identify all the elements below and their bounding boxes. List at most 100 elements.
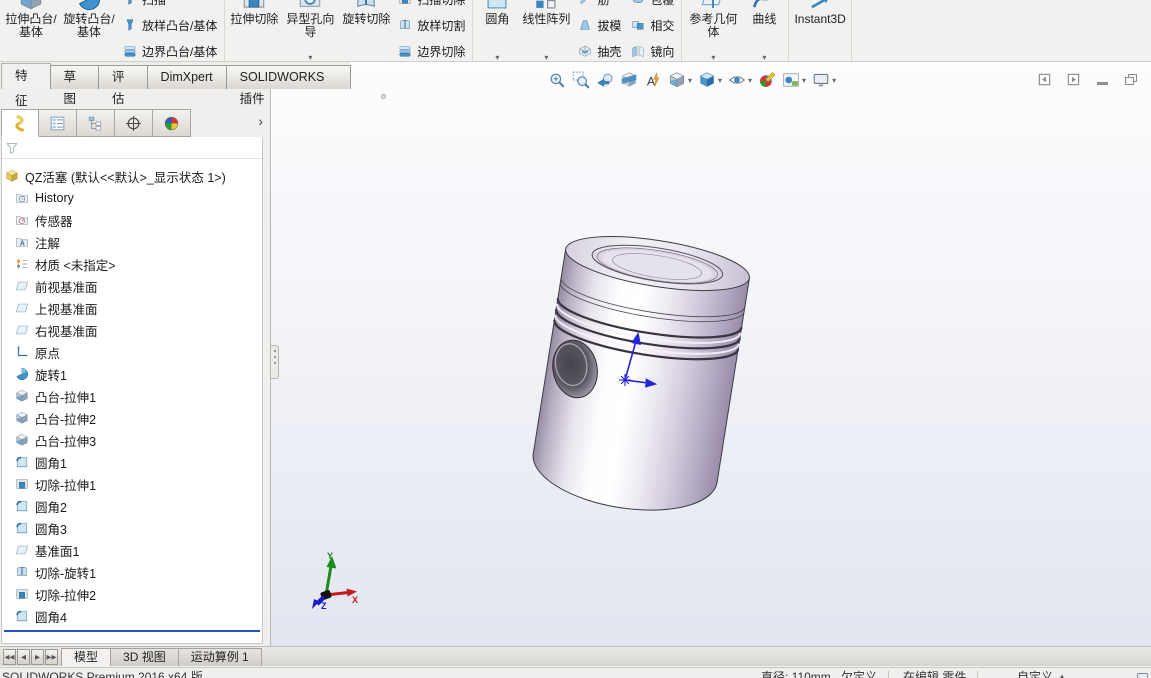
tree-item-sensors-folder[interactable]: 传感器 bbox=[2, 209, 262, 231]
ribbon-button-boundary-cut[interactable]: 边界切除 bbox=[393, 38, 470, 62]
tree-item-material[interactable]: 材质 <未指定> bbox=[2, 253, 262, 275]
extruded-cut-icon bbox=[241, 0, 267, 12]
panel-tab-configurationmanager[interactable] bbox=[77, 109, 115, 137]
chevron-down-icon[interactable]: ▾ bbox=[711, 53, 715, 62]
annotation-views-button[interactable] bbox=[641, 70, 665, 90]
panel-tab-dimxpertmanager[interactable] bbox=[115, 109, 153, 137]
ribbon-button-draft[interactable]: 拔模 bbox=[573, 12, 626, 38]
chevron-down-icon[interactable]: ▾ bbox=[802, 76, 806, 85]
tab-DimXpert[interactable]: DimXpert bbox=[147, 65, 227, 89]
ribbon-button-lofted-cut[interactable]: 放样切割 bbox=[393, 12, 470, 38]
tree-item-boss-extrude[interactable]: 凸台-拉伸3 bbox=[2, 429, 262, 451]
go-back-button[interactable]: ◀ bbox=[17, 649, 30, 665]
customize-statusbar[interactable]: 自定义 bbox=[1017, 670, 1053, 678]
ribbon-button-wrap[interactable]: 包覆 bbox=[626, 0, 679, 12]
ribbon-button-mirror[interactable]: 镜向 bbox=[626, 38, 679, 62]
chevron-down-icon[interactable]: ▾ bbox=[832, 76, 836, 85]
ribbon-button-label: 扫描切除 bbox=[417, 0, 465, 8]
tab-SOLIDWORKS 插件[interactable]: SOLIDWORKS 插件 bbox=[226, 65, 351, 89]
reference-geometry-icon bbox=[700, 0, 726, 12]
ribbon-button-extrude-boss[interactable]: 拉伸凸台/基体 bbox=[2, 0, 60, 62]
tree-item-fillet[interactable]: 圆角4 bbox=[2, 605, 262, 627]
ribbon-button-reference-geometry[interactable]: 参考几何体▾ bbox=[684, 0, 742, 62]
bottom-tab-运动算例 1[interactable]: 运动算例 1 bbox=[178, 648, 262, 666]
go-first-button[interactable]: ◀◀ bbox=[3, 649, 16, 665]
tree-item-fillet[interactable]: 圆角1 bbox=[2, 451, 262, 473]
section-view-button[interactable] bbox=[617, 70, 641, 90]
go-forward-button[interactable]: ▶ bbox=[31, 649, 44, 665]
ribbon-button-loft[interactable]: 放样凸台/基体 bbox=[118, 12, 222, 38]
hide-items-button[interactable]: ▾ bbox=[725, 70, 755, 90]
bottom-tab-模型[interactable]: 模型 bbox=[61, 648, 111, 666]
go-last-button[interactable]: ▶▶ bbox=[45, 649, 58, 665]
solidworks-window: 拉伸凸台/基体旋转凸台/基体扫描放样凸台/基体边界凸台/基体拉伸切除异型孔向导▾… bbox=[0, 0, 1151, 678]
tree-item-label: 凸台-拉伸1 bbox=[35, 387, 96, 406]
panel-splitter-grip[interactable] bbox=[271, 345, 279, 379]
tree-item-fillet[interactable]: 圆角2 bbox=[2, 495, 262, 517]
zoom-fit-button[interactable] bbox=[545, 70, 569, 90]
tree-item-fillet[interactable]: 圆角3 bbox=[2, 517, 262, 539]
edit-appearance-button[interactable] bbox=[755, 70, 779, 90]
chevron-down-icon[interactable]: ▾ bbox=[718, 76, 722, 85]
panel-tab-propertymanager[interactable] bbox=[39, 109, 77, 137]
tree-item-plane[interactable]: 基准面1 bbox=[2, 539, 262, 561]
chevron-down-icon[interactable]: ▾ bbox=[308, 53, 312, 62]
ribbon-button-intersect[interactable]: 相交 bbox=[626, 12, 679, 38]
view-orientation-button[interactable]: ▾ bbox=[665, 70, 695, 90]
ribbon-button-linear-pattern[interactable]: 线性阵列▾ bbox=[519, 0, 573, 62]
chevron-down-icon[interactable]: ▾ bbox=[748, 76, 752, 85]
graphics-viewport[interactable]: Y X Z ▾▾▾▾▾ bbox=[271, 62, 1151, 646]
chevron-down-icon[interactable]: ▾ bbox=[762, 53, 766, 62]
ribbon-button-fillet[interactable]: 圆角▾ bbox=[475, 0, 519, 62]
view-settings-button[interactable]: ▾ bbox=[809, 70, 839, 90]
tree-item-origin[interactable]: 原点 bbox=[2, 341, 262, 363]
tree-item-annotations-folder[interactable]: 注解 bbox=[2, 231, 262, 253]
pane-split-handle[interactable] bbox=[381, 94, 386, 99]
tab-特征[interactable]: 特征 bbox=[1, 63, 51, 89]
tree-item-plane[interactable]: 前视基准面 bbox=[2, 275, 262, 297]
previous-view-button[interactable] bbox=[593, 70, 617, 90]
chevron-up-icon[interactable]: ▲ bbox=[1058, 670, 1066, 678]
zoom-area-button[interactable] bbox=[569, 70, 593, 90]
tree-item-history-folder[interactable]: History bbox=[2, 187, 262, 209]
next-window-button[interactable] bbox=[1065, 72, 1081, 87]
tree-item-label: 原点 bbox=[35, 343, 60, 362]
display-style-button[interactable]: ▾ bbox=[695, 70, 725, 90]
apply-scene-button[interactable]: ▾ bbox=[779, 70, 809, 90]
previous-window-button[interactable] bbox=[1036, 72, 1052, 87]
ribbon-button-boundary[interactable]: 边界凸台/基体 bbox=[118, 38, 222, 62]
tree-item-cut-extrude[interactable]: 切除-拉伸1 bbox=[2, 473, 262, 495]
ribbon-button-swept-cut[interactable]: 扫描切除 bbox=[393, 0, 470, 12]
panel-tab-displaymanager[interactable] bbox=[153, 109, 191, 137]
tree-item-cut-extrude[interactable]: 切除-拉伸2 bbox=[2, 583, 262, 605]
tree-item-boss-extrude[interactable]: 凸台-拉伸1 bbox=[2, 385, 262, 407]
tab-草图[interactable]: 草图 bbox=[50, 65, 100, 89]
ribbon-button-hole-wizard[interactable]: 异型孔向导▾ bbox=[281, 0, 339, 62]
rollback-bar[interactable] bbox=[4, 630, 260, 632]
minimize-button[interactable] bbox=[1094, 72, 1110, 87]
expand-panel-chevron-icon[interactable]: › bbox=[258, 113, 263, 129]
tree-item-label: 切除-拉伸1 bbox=[35, 475, 96, 494]
tree-item-plane[interactable]: 右视基准面 bbox=[2, 319, 262, 341]
ribbon-button-extruded-cut[interactable]: 拉伸切除 bbox=[227, 0, 281, 62]
chevron-down-icon[interactable]: ▾ bbox=[544, 53, 548, 62]
tab-评估[interactable]: 评估 bbox=[98, 65, 148, 89]
chevron-down-icon[interactable]: ▾ bbox=[688, 76, 692, 85]
tree-item-revolve[interactable]: 旋转1 bbox=[2, 363, 262, 385]
bottom-tab-3D 视图[interactable]: 3D 视图 bbox=[110, 648, 179, 666]
ribbon-button-revolved-cut[interactable]: 旋转切除 bbox=[339, 0, 393, 62]
tree-item-plane[interactable]: 上视基准面 bbox=[2, 297, 262, 319]
boss-extrude-icon bbox=[15, 433, 29, 447]
ribbon-button-shell[interactable]: 抽壳 bbox=[573, 38, 626, 62]
chevron-down-icon[interactable]: ▾ bbox=[495, 53, 499, 62]
tree-item-boss-extrude[interactable]: 凸台-拉伸2 bbox=[2, 407, 262, 429]
ribbon-button-revolve-boss[interactable]: 旋转凸台/基体 bbox=[60, 0, 118, 62]
ribbon-button-instant3d[interactable]: Instant3D bbox=[791, 0, 848, 62]
restore-button[interactable] bbox=[1123, 72, 1139, 87]
tree-root-part[interactable]: QZ活塞 (默认<<默认>_显示状态 1>) bbox=[2, 165, 262, 187]
ribbon-button-curves[interactable]: 曲线▾ bbox=[742, 0, 786, 62]
ribbon-button-rib[interactable]: 筋 bbox=[573, 0, 626, 12]
tree-item-cut-revolve[interactable]: 切除-旋转1 bbox=[2, 561, 262, 583]
ribbon-button-sweep[interactable]: 扫描 bbox=[118, 0, 222, 12]
tree-filter-row[interactable] bbox=[2, 137, 262, 159]
